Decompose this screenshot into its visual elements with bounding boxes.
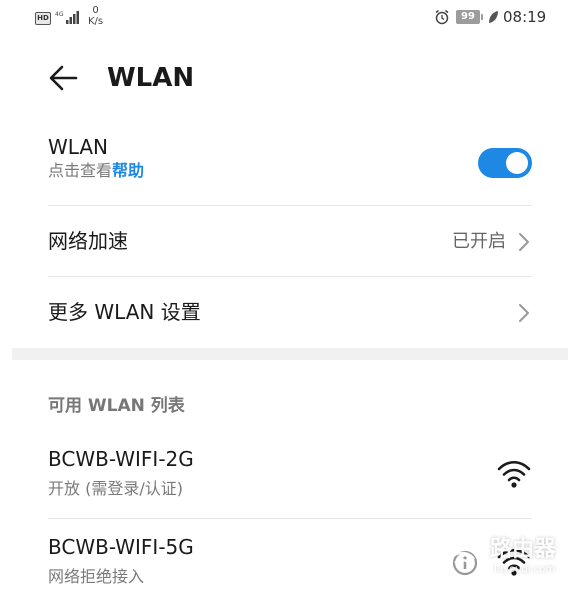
- page-title: WLAN: [107, 63, 195, 93]
- watermark-url: luyouqi.com: [494, 564, 556, 575]
- section-separator: [12, 348, 568, 360]
- alarm-clock-icon: [435, 9, 449, 25]
- chevron-right-icon: [519, 233, 529, 251]
- app-header: WLAN: [0, 52, 580, 104]
- wlan-settings-screen: HD 4G 0 K/s 99 08:19 WLAN WLAN 点击查看帮助 网络…: [0, 0, 580, 600]
- more-wlan-settings-row[interactable]: 更多 WLAN 设置: [48, 277, 532, 347]
- svg-text:4G: 4G: [55, 11, 64, 18]
- more-wlan-settings-label: 更多 WLAN 设置: [48, 300, 201, 324]
- clock-time: 08:19: [503, 8, 547, 26]
- wlan-switch-knob: [506, 152, 528, 174]
- power-saving-leaf-icon: [489, 11, 498, 23]
- network-boost-row[interactable]: 网络加速 已开启: [48, 206, 532, 276]
- help-link[interactable]: 帮助: [112, 161, 144, 180]
- arrow-left-icon[interactable]: [46, 60, 82, 96]
- hd-badge: HD: [35, 12, 51, 25]
- wlan-toggle-title: WLAN: [48, 135, 109, 159]
- network-ssid: BCWB-WIFI-2G: [48, 447, 194, 471]
- network-boost-label: 网络加速: [48, 229, 128, 253]
- wlan-toggle-subtitle: 点击查看帮助: [48, 160, 532, 182]
- wifi-signal-icon: [497, 460, 531, 488]
- status-bar: HD 4G 0 K/s 99 08:19: [0, 0, 580, 36]
- network-boost-value: 已开启: [452, 231, 506, 252]
- subtitle-prefix: 点击查看: [48, 161, 113, 180]
- wlan-toggle-row[interactable]: WLAN 点击查看帮助: [48, 134, 532, 198]
- watermark-label: 路由器: [490, 537, 557, 562]
- network-speed: 0 K/s: [88, 5, 103, 27]
- available-networks-header: 可用 WLAN 列表: [48, 396, 185, 416]
- cellular-signal-icon: 4G: [55, 11, 79, 24]
- watermark: 路由器 luyouqi.com: [438, 533, 568, 583]
- network-speed-unit: K/s: [88, 16, 104, 27]
- network-speed-value: 0: [92, 5, 99, 16]
- divider: [48, 518, 532, 519]
- chevron-right-icon: [519, 304, 529, 322]
- wlan-switch[interactable]: [478, 148, 532, 178]
- router-logo-icon: [440, 536, 484, 580]
- battery-indicator: 99: [456, 10, 483, 24]
- network-item[interactable]: BCWB-WIFI-2G 开放 (需登录/认证): [48, 446, 532, 514]
- network-status: 开放 (需登录/认证): [48, 479, 183, 498]
